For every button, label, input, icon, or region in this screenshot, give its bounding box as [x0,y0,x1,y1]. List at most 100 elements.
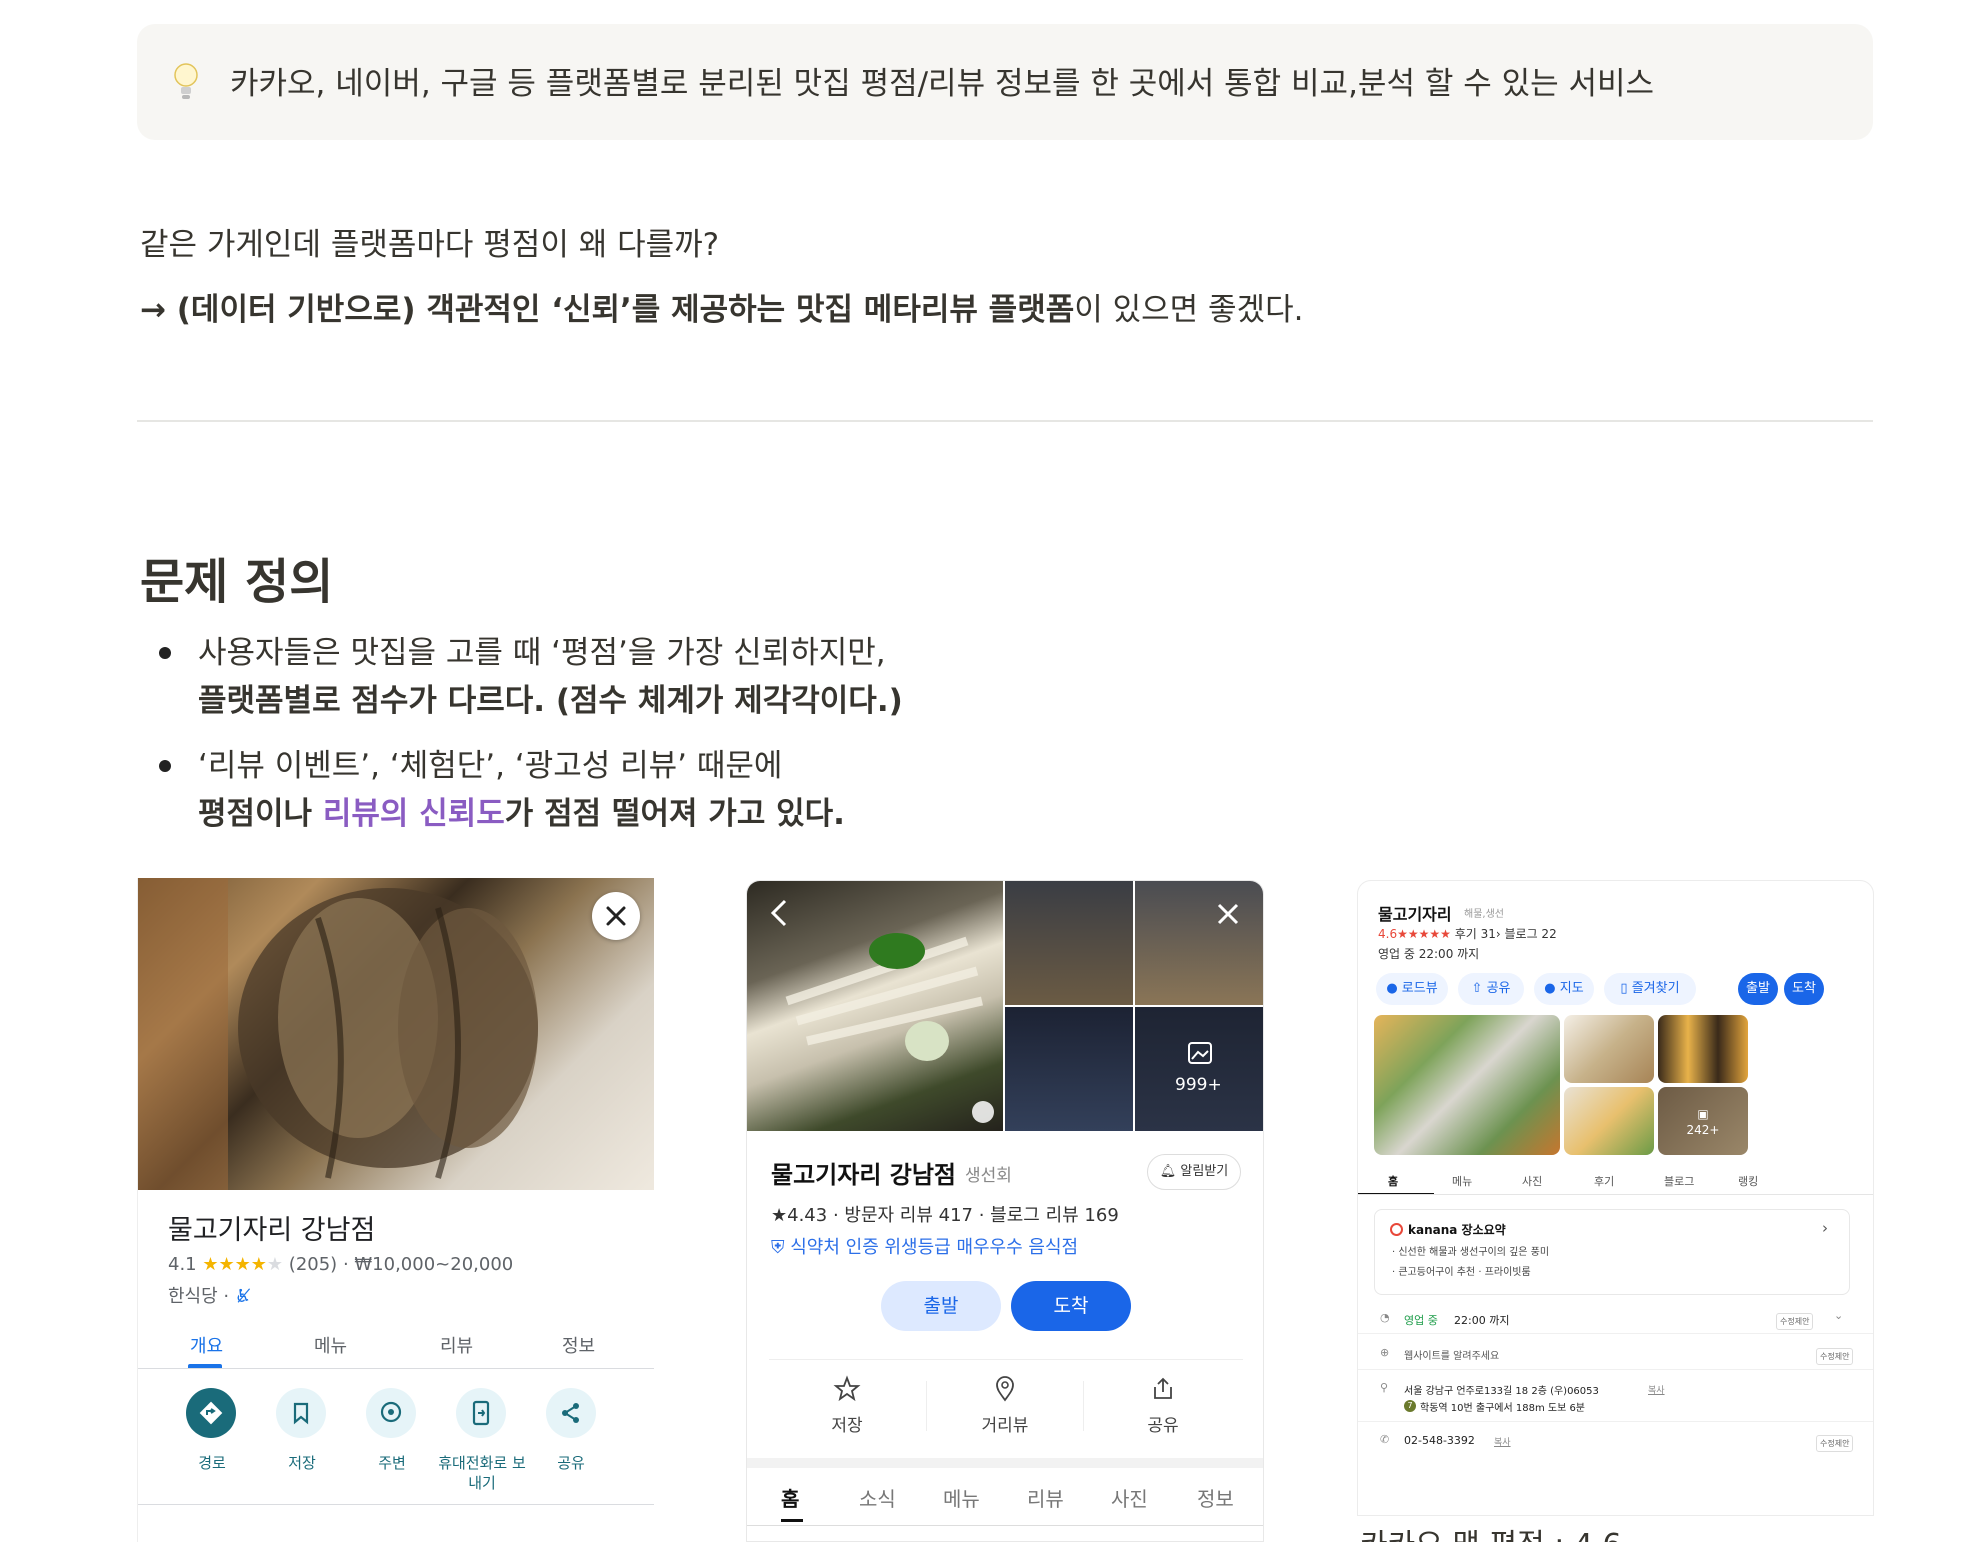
kakao-tab-blog[interactable]: 블로그 [1664,1173,1694,1189]
kakao-edit-button[interactable]: 수정제안 [1816,1435,1854,1452]
nearby-label: 주변 [378,1454,406,1472]
location-pin-icon[interactable] [991,1375,1019,1403]
intro-answer: → (데이터 기반으로) 객관적인 ‘신뢰’를 제공하는 맛집 메타리뷰 플랫폼… [140,288,1303,332]
google-category-row: 한식당 · ♿̸ [168,1282,251,1308]
naver-photo-main[interactable] [747,881,1003,1131]
naver-tab-home[interactable]: 홈 [781,1483,799,1512]
google-tab-menu[interactable]: 메뉴 [314,1332,347,1358]
naver-tab-menu[interactable]: 메뉴 [943,1483,980,1512]
naver-photo-interior-1[interactable] [1005,881,1133,1005]
kakao-tab-home[interactable]: 홈 [1388,1173,1398,1189]
naver-save-label[interactable]: 저장 [831,1411,863,1436]
kakao-map-chip[interactable]: ● 지도 [1534,973,1594,1005]
share-icon[interactable] [1149,1375,1177,1403]
kakao-depart-button[interactable]: 출발 [1738,973,1778,1005]
pin-icon: ● [1544,981,1556,996]
naver-visitor-reviews[interactable]: 방문자 리뷰 417 [844,1205,973,1226]
kakao-edit-button[interactable]: 수정제안 [1776,1313,1814,1330]
kakao-blog[interactable]: 블로그 22 [1505,927,1557,941]
naver-photo-exterior[interactable] [1005,1007,1133,1131]
back-arrow-icon[interactable] [767,897,791,929]
google-tab-info[interactable]: 정보 [562,1332,595,1358]
naver-place-name: 물고기자리 강남점 [771,1161,956,1189]
save-button[interactable] [276,1388,326,1438]
chevron-right-icon[interactable]: › [1822,1219,1828,1237]
kakao-roadview-chip[interactable]: ● 로드뷰 [1376,973,1448,1005]
naver-depart-button[interactable]: 출발 [881,1281,1001,1331]
directions-button[interactable] [186,1388,236,1438]
clock-icon: ◔ [1380,1311,1390,1324]
kakao-chip-label: 지도 [1559,981,1584,996]
bullet-2-line2: 평점이나 리뷰의 신뢰도가 점점 떨어져 가고 있다. [198,790,845,838]
directions-icon [199,1401,223,1425]
phone-icon: ✆ [1380,1433,1390,1446]
kakao-arrive-button[interactable]: 도착 [1784,973,1824,1005]
kakao-copy-address[interactable]: 복사 [1648,1383,1665,1396]
alert-button[interactable]: 🔔︎ 알림받기 [1147,1154,1241,1190]
send-to-phone-button[interactable] [456,1388,506,1438]
naver-tab-reviews[interactable]: 리뷰 [1027,1483,1064,1512]
naver-action-sep [1083,1381,1084,1431]
kakao-tab-menu[interactable]: 메뉴 [1452,1173,1472,1189]
shield-icon: ⛨ [771,1237,785,1258]
gallery-icon [1188,1042,1212,1064]
bullet-1-line2: 플랫폼별로 점수가 다르다. (점수 체계가 제각각이다.) [198,683,903,719]
naver-share-label[interactable]: 공유 [1147,1411,1179,1436]
naver-divider [769,1359,1243,1360]
google-reviews[interactable]: (205) [289,1254,337,1275]
naver-streetview-label[interactable]: 거리뷰 [977,1411,1033,1436]
naver-tabs-divider [747,1525,1263,1526]
kakao-tab-ranking[interactable]: 랭킹 [1738,1173,1758,1189]
close-button[interactable] [592,892,640,940]
kakao-share-chip[interactable]: ⇧ 공유 [1458,973,1524,1005]
google-rating: 4.1 [168,1254,197,1275]
naver-hygiene-badge[interactable]: ⛨ 식약처 인증 위생등급 매우우수 음식점 [771,1233,1078,1259]
place-photo[interactable] [138,878,654,1190]
kakao-map-screenshot: 물고기자리 해물,생선 4.6★★★★★ 후기 31› 블로그 22 영업 중 … [1357,880,1874,1516]
naver-blog-reviews[interactable]: 블로그 리뷰 169 [990,1205,1119,1226]
intro-answer-bold: → (데이터 기반으로) 객관적인 ‘신뢰’를 제공하는 맛집 메타리뷰 플랫폼 [140,292,1075,328]
google-tab-overview[interactable]: 개요 [190,1332,223,1358]
divider [137,420,1873,422]
kakao-edit-button[interactable]: 수정제안 [1816,1348,1854,1365]
kakao-photo-2[interactable] [1564,1015,1654,1083]
kakao-subway: 학동역 10번 출구에서 188m 도보 6분 [1420,1403,1586,1414]
google-tab-reviews[interactable]: 리뷰 [440,1332,473,1358]
naver-photo-interior-2[interactable] [1135,881,1263,1005]
fish-photo-art [138,878,538,1190]
star-outline-icon[interactable] [833,1375,861,1403]
kakao-photo-4[interactable] [1564,1087,1654,1155]
cutoff-caption: 카카오 맵 평점 : 4.6 [1360,1524,1622,1542]
naver-tab-photos[interactable]: 사진 [1111,1483,1148,1512]
kakao-copy-phone[interactable]: 복사 [1494,1435,1511,1448]
gallery-icon: ▣ [1697,1107,1709,1121]
nearby-button[interactable] [366,1388,416,1438]
kakao-photo-3[interactable] [1658,1015,1748,1083]
google-maps-screenshot: 물고기자리 강남점 4.1 ★★★★★ (205) · ₩10,000~20,0… [137,878,654,1542]
kakao-tab-photos[interactable]: 사진 [1522,1173,1542,1189]
kakao-tab-reviews[interactable]: 후기 [1594,1173,1614,1189]
send-to-phone-icon [472,1400,490,1426]
kakao-website[interactable]: 웹사이트를 알려주세요 [1404,1347,1499,1362]
naver-tab-info[interactable]: 정보 [1197,1483,1234,1512]
kakao-category: 해물,생선 [1464,909,1504,920]
share-button[interactable] [546,1388,596,1438]
kakao-chip-label: 로드뷰 [1401,981,1438,996]
naver-map-screenshot: 999+ 물고기자리 강남점 생선회 🔔︎ 알림받기 ★4.43 · 방문자 리… [746,880,1264,1542]
naver-photo-more[interactable]: 999+ [1135,1007,1263,1131]
naver-badge-text: 식약처 인증 위생등급 매우우수 음식점 [790,1237,1079,1258]
close-icon[interactable] [1213,899,1243,929]
kakao-favorite-chip[interactable]: ▯ 즐겨찾기 [1604,973,1696,1005]
naver-arrive-button[interactable]: 도착 [1011,1281,1131,1331]
kakao-photo-main[interactable] [1374,1015,1560,1155]
naver-section-gap [747,1458,1263,1468]
kakao-photo-more[interactable]: ▣ 242+ [1658,1087,1748,1155]
kakao-reviews[interactable]: 후기 31› [1455,927,1501,941]
kakao-rating-row: 4.6★★★★★ 후기 31› 블로그 22 [1378,925,1557,942]
naver-tab-news[interactable]: 소식 [859,1483,896,1512]
chevron-down-icon[interactable]: ⌄ [1834,1309,1843,1322]
kakao-summary-line-1: · 신선한 해물과 생선구이의 깊은 풍미 [1392,1247,1550,1258]
bookmark-icon [293,1402,309,1425]
bookmark-icon: ▯ [1620,981,1628,996]
kakao-phone[interactable]: 02-548-3392 [1404,1434,1475,1447]
